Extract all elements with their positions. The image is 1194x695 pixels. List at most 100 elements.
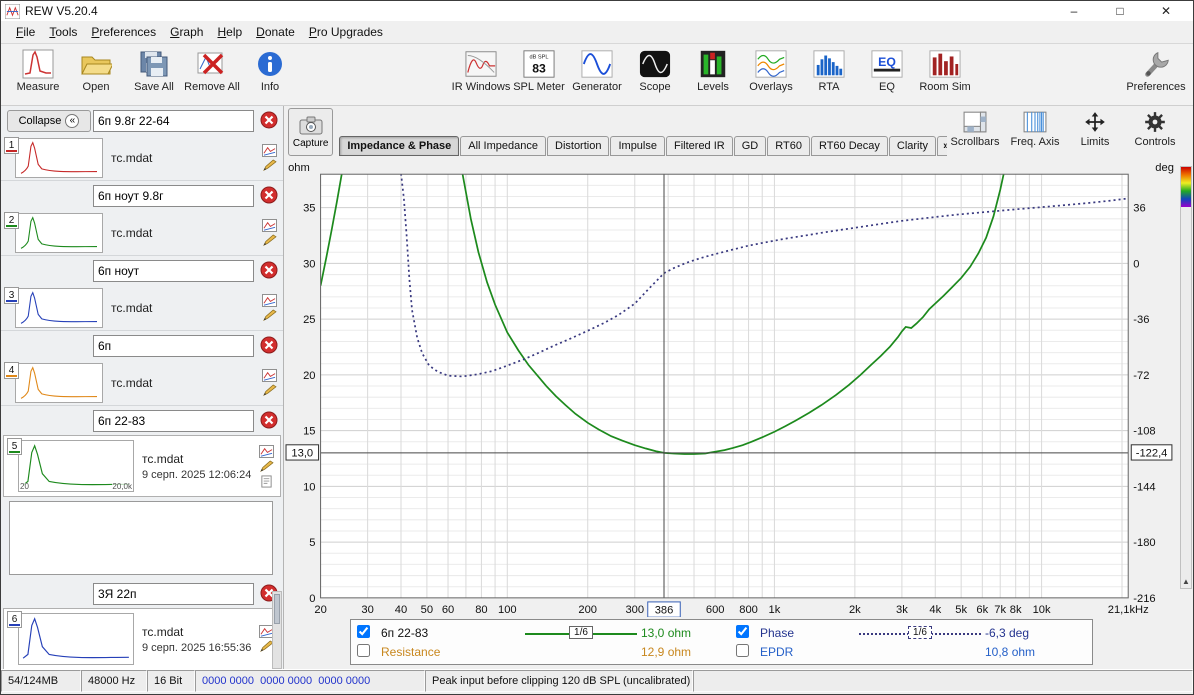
gear-icon (1145, 112, 1165, 132)
minimize-button[interactable]: – (1051, 4, 1097, 18)
room-sim-button[interactable]: Room Sim (916, 46, 974, 95)
resistance-visible-checkbox[interactable] (357, 643, 370, 657)
ir-windows-button[interactable]: IR Windows (452, 46, 510, 95)
freq-axis-button[interactable]: Freq. Axis (1007, 108, 1063, 148)
edit-pencil-icon[interactable] (262, 383, 277, 397)
rta-icon (813, 48, 845, 80)
measurement-1-row[interactable]: 1 тс.mdat (1, 135, 283, 181)
edit-pencil-icon[interactable] (262, 158, 277, 172)
tab-filtered-ir[interactable]: Filtered IR (666, 136, 733, 156)
edit-pencil-icon[interactable] (262, 308, 277, 322)
measurement-5-name-input[interactable] (93, 409, 254, 432)
x-tick-label: 300 (625, 604, 644, 616)
preferences-button[interactable]: Preferences (1126, 46, 1186, 95)
tab-rt60-decay[interactable]: RT60 Decay (810, 136, 888, 156)
rta-button[interactable]: RTA (800, 46, 858, 95)
generator-button[interactable]: Generator (568, 46, 626, 95)
delete-measurement-4-button[interactable] (259, 336, 279, 356)
measurement-3-row[interactable]: 3 тс.mdat (1, 285, 283, 331)
phase-visible-checkbox[interactable] (736, 624, 749, 638)
menu-graph[interactable]: Graph (163, 23, 210, 41)
measurement-3-filename: тс.mdat (111, 300, 153, 315)
controls-label: Controls (1134, 136, 1176, 148)
menu-file[interactable]: File (9, 23, 42, 41)
scrollbars-button[interactable]: Scrollbars (947, 108, 1003, 148)
limits-button[interactable]: Limits (1067, 108, 1123, 148)
tab-overflow-button[interactable]: » (937, 136, 947, 156)
info-button[interactable]: Info (241, 46, 299, 95)
delete-icon (260, 336, 278, 353)
measurement-6-row[interactable]: 6 тс.mdat 9 серп. 2025 16:55:36 (3, 608, 281, 669)
trace-settings-icon[interactable] (261, 293, 277, 307)
levels-button[interactable]: Levels (684, 46, 742, 95)
menu-donate[interactable]: Donate (249, 23, 302, 41)
edit-pencil-icon[interactable] (259, 459, 274, 473)
save-all-button[interactable]: Save All (125, 46, 183, 95)
controls-button[interactable]: Controls (1127, 108, 1183, 148)
delete-measurement-5-button[interactable] (259, 411, 279, 431)
menu-preferences[interactable]: Preferences (84, 23, 163, 41)
maximize-button[interactable]: □ (1097, 4, 1143, 18)
measurement-1-name-input[interactable] (93, 109, 254, 132)
trace-settings-icon[interactable] (261, 368, 277, 382)
collapse-button[interactable]: Collapse « (7, 109, 91, 132)
legend-phase-label: Phase (760, 625, 795, 640)
generator-label: Generator (572, 81, 622, 93)
measurement-2-name-input[interactable] (93, 184, 254, 207)
trace-settings-icon[interactable] (261, 218, 277, 232)
phase-smoothing-badge[interactable]: 1/6 (908, 626, 932, 639)
measurement-1-thumbnail (15, 137, 103, 178)
delete-measurement-3-button[interactable] (259, 261, 279, 281)
trace-settings-icon[interactable] (258, 444, 274, 458)
room-sim-icon (929, 48, 961, 80)
overlays-icon (755, 48, 787, 80)
spl-meter-button[interactable]: dB SPL 83 SPL Meter (510, 46, 568, 95)
menu-help[interactable]: Help (210, 23, 249, 41)
tab-all-impedance[interactable]: All Impedance (460, 136, 546, 156)
measurement-3-name-input[interactable] (93, 259, 254, 282)
tab-clarity[interactable]: Clarity (888, 136, 937, 156)
axis-tick-label: 36 (1133, 203, 1145, 215)
tab-gd[interactable]: GD (733, 136, 767, 156)
measurement-1-number-badge: 1 (4, 137, 19, 154)
remove-all-button[interactable]: Remove All (183, 46, 241, 95)
trace-smoothing-badge[interactable]: 1/6 (569, 626, 593, 639)
overlays-button[interactable]: Overlays (742, 46, 800, 95)
delete-measurement-2-button[interactable] (259, 186, 279, 206)
epdr-visible-checkbox[interactable] (736, 643, 749, 657)
sidebar-scrollbar-thumb[interactable] (274, 594, 280, 624)
menu-tools[interactable]: Tools (42, 23, 84, 41)
trace-visible-checkbox[interactable] (357, 624, 370, 638)
measurement-6-date: 9 серп. 2025 16:55:36 (142, 641, 252, 654)
wrench-icon (1140, 48, 1172, 80)
tab-impulse[interactable]: Impulse (610, 136, 665, 156)
measure-button[interactable]: Measure (9, 46, 67, 95)
close-button[interactable]: ✕ (1143, 4, 1189, 18)
scope-button[interactable]: Scope (626, 46, 684, 95)
measurement-6-name-input[interactable] (93, 582, 254, 605)
menu-pro-upgrades[interactable]: Pro Upgrades (302, 23, 390, 41)
tab-distortion[interactable]: Distortion (547, 136, 610, 156)
measurement-4-row[interactable]: 4 тс.mdat (1, 360, 283, 406)
open-button[interactable]: Open (67, 46, 125, 95)
tab-rt60[interactable]: RT60 (767, 136, 810, 156)
notes-icon[interactable] (259, 474, 274, 488)
axis-tick-label: -72 (1133, 370, 1149, 382)
edit-pencil-icon[interactable] (262, 233, 277, 247)
tab-impedance-phase[interactable]: Impedance & Phase (339, 136, 460, 156)
graph-vertical-scrollbar[interactable]: ▲ (1180, 165, 1192, 589)
menu-bar: File Tools Preferences Graph Help Donate… (1, 21, 1193, 44)
capture-button[interactable]: Capture (288, 108, 334, 156)
scrollbars-label: Scrollbars (950, 136, 1000, 148)
thumbnail-axis-start: 20 (20, 482, 29, 491)
delete-measurement-1-button[interactable] (259, 111, 279, 131)
eq-button[interactable]: EQ EQ (858, 46, 916, 95)
measurement-4-name-input[interactable] (93, 334, 254, 357)
scroll-up-icon[interactable]: ▲ (1181, 577, 1191, 586)
sidebar-scrollbar[interactable] (272, 591, 282, 669)
trace-settings-icon[interactable] (261, 143, 277, 157)
x-tick-label: 100 (498, 604, 517, 616)
measurement-3-name-row (1, 256, 283, 285)
measurement-5-row-selected[interactable]: 5 20 20,0k тс.mdat 9 серп. 2025 12:06:24 (3, 435, 281, 497)
measurement-2-row[interactable]: 2 тс.mdat (1, 210, 283, 256)
